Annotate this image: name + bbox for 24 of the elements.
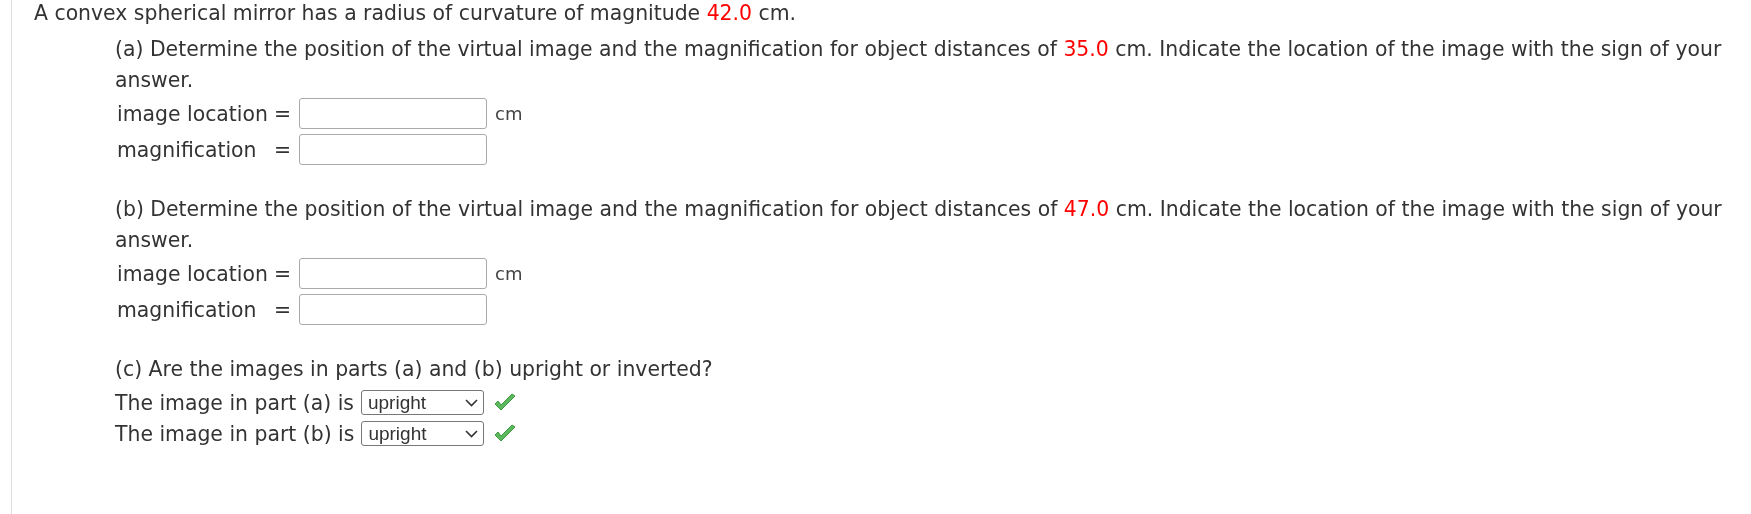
field-label: image location <box>116 101 269 126</box>
choice-label: The image in part (a) is <box>115 390 354 415</box>
field-label: image location <box>116 261 269 286</box>
caret-icon <box>464 398 478 407</box>
answer-field[interactable] <box>299 134 487 165</box>
question-text: (a) Determine the position of the virtual image and the magnification for object distances of 35.0 cm. Indicate the location of the image with the sign of your answer. <box>115 36 1723 94</box>
answer-field[interactable] <box>299 294 487 325</box>
unit-label: cm <box>494 103 523 124</box>
field-label: magnification <box>116 137 258 162</box>
answer-field[interactable] <box>299 258 487 289</box>
question-text: (c) Are the images in parts (a) and (b) upright or inverted? <box>115 356 714 383</box>
question-text: (b) Determine the position of the virtual image and the magnification for object distances of 47.0 cm. Indicate the location of the image with the sign of your answer. <box>115 196 1723 254</box>
equals-sign: = <box>273 261 292 286</box>
answer-field[interactable] <box>299 98 487 129</box>
caret-icon <box>465 429 479 438</box>
equals-sign: = <box>273 297 292 322</box>
answer-dropdown[interactable]: upright <box>360 390 484 415</box>
equals-sign: = <box>273 101 292 126</box>
choice-label: The image in part (b) is <box>115 421 355 446</box>
equals-sign: = <box>273 137 292 162</box>
unit-label: cm <box>494 263 523 284</box>
question-text: A convex spherical mirror has a radius of curvature of magnitude 42.0 cm. <box>34 0 798 25</box>
field-label: magnification <box>116 297 258 322</box>
answer-dropdown[interactable]: upright <box>361 421 485 446</box>
